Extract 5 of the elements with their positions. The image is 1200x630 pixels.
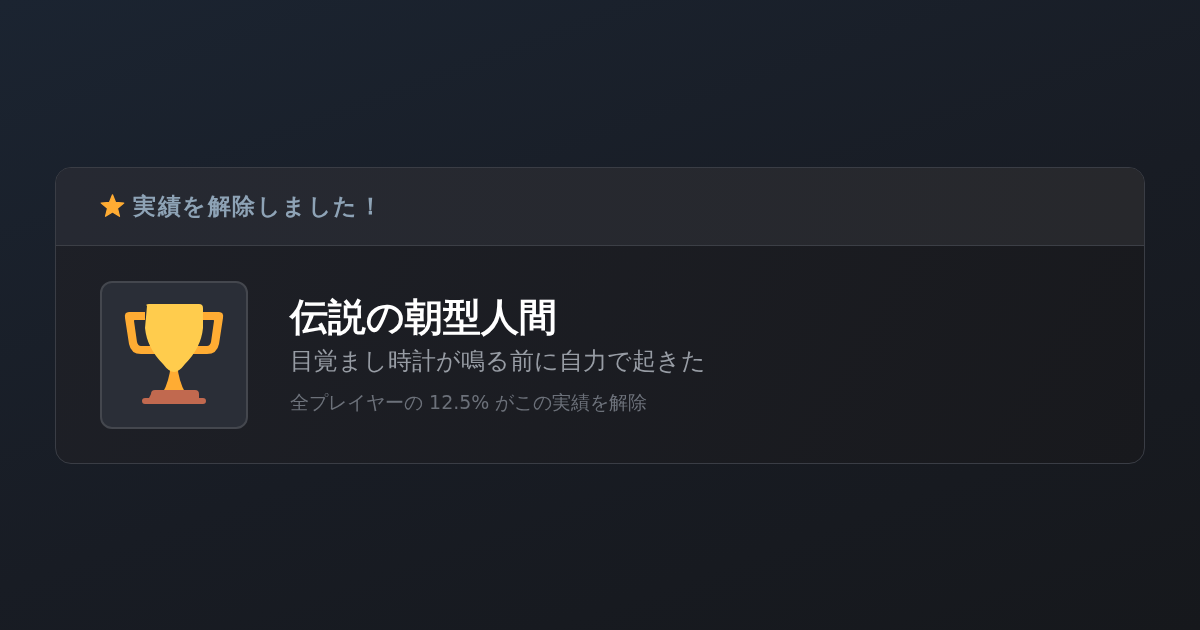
achievement-description: 目覚まし時計が鳴る前に自力で起きた: [290, 346, 706, 378]
header-title: 実績を解除しました！: [133, 191, 383, 221]
unlock-rate-text: 全プレイヤーの 12.5% がこの実績を解除: [290, 389, 649, 415]
star-icon: [100, 194, 125, 218]
achievement-title: 伝説の朝型人間: [290, 294, 558, 341]
